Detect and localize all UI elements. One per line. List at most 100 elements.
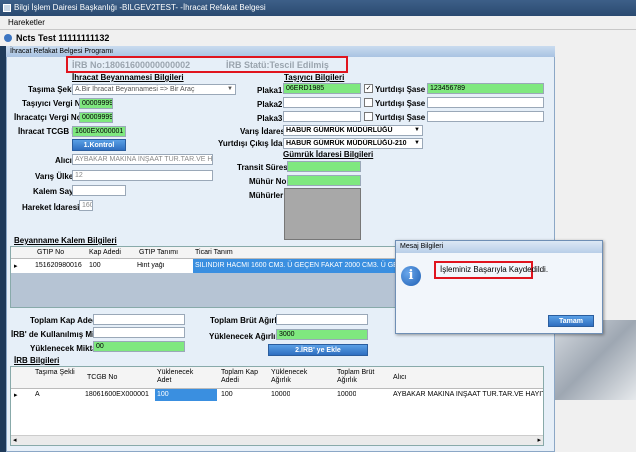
beyanname-group-title: İhracat Beyannamesi Bilgileri xyxy=(72,73,184,82)
irb-group-title: İRB Bilgileri xyxy=(14,356,60,365)
muhurler-label: Mühürler xyxy=(249,191,284,200)
hareket-idaresi-field[interactable]: 160 xyxy=(79,200,93,211)
yurtdisi-sase1-label: Yurtdışı Şase 1 xyxy=(375,85,432,94)
irb-ekle-button[interactable]: 2.İRB' ye Ekle xyxy=(268,344,368,356)
tasima-sekli-select[interactable]: A.Bir İhracat Beyannamesi => Bir Araç ▼ xyxy=(72,84,236,95)
table-row[interactable]: ▸ 151620980016 100 Hint yağı SILINDIR HA… xyxy=(11,259,439,273)
col-gtip-no: GTIP No xyxy=(37,249,65,256)
alici-field[interactable]: AYBAKAR MAKINA İNŞAAT TUR.TAR.VE HAYI xyxy=(72,154,213,165)
irb-kap-cell: 100 xyxy=(221,391,233,398)
col-toplam-kap: Toplam Kap Adedi xyxy=(221,369,258,384)
chevron-down-icon: ▼ xyxy=(414,140,420,146)
col-yuklenecek-adet: Yüklenecek Adet xyxy=(157,369,194,384)
plaka3-label: Plaka3 xyxy=(257,114,283,123)
irb-agirlik-cell: 10000 xyxy=(271,391,291,398)
yurtdisi-sase1-checkbox[interactable]: ✓ xyxy=(364,84,373,93)
app-icon xyxy=(3,4,11,12)
row-pointer-icon: ▸ xyxy=(14,392,18,399)
yurtdisi-sase1-field[interactable]: 123456789 xyxy=(427,83,544,94)
col-gtip-tanimi: GTIP Tanımı xyxy=(139,249,179,256)
varis-idaresi-value: HABUR GÜMRÜK MÜDÜRLÜĞÜ xyxy=(286,127,393,134)
varis-idaresi-label: Varış İdaresi xyxy=(240,127,288,136)
window-title: Bilgi İşlem Dairesi Başkanlığı -BILGEV2T… xyxy=(14,3,266,12)
cikis-idaresi-select[interactable]: HABUR GÜMRÜK MÜDÜRLÜĞÜ-210 ▼ xyxy=(283,138,423,149)
kalem-grid: GTIP No Kap Adedi GTIP Tanımı Ticari Tan… xyxy=(10,246,440,308)
tasima-sekli-label: Taşıma Şekli xyxy=(28,85,76,94)
horizontal-scrollbar[interactable]: ◂ ▸ xyxy=(11,435,543,445)
window-titlebar: Bilgi İşlem Dairesi Başkanlığı -BILGEV2T… xyxy=(0,0,636,16)
yurtdisi-sase3-checkbox[interactable] xyxy=(364,112,373,121)
alici-label: Alıcı xyxy=(55,156,72,165)
info-icon: i xyxy=(401,266,421,286)
toplam-brut-label: Toplam Brüt Ağırlık xyxy=(210,316,284,325)
yurtdisi-sase3-label: Yurtdışı Şase 3 xyxy=(375,113,432,122)
tasiyici-group-title: Taşıyıcı Bilgileri xyxy=(284,73,345,82)
toplam-kap-label: Toplam Kap Adedi xyxy=(30,316,100,325)
kalem-tanim-cell: Hint yağı xyxy=(137,262,165,269)
col-kap-adedi: Kap Adedi xyxy=(89,249,121,256)
menu-bar: Hareketler xyxy=(0,16,636,30)
kalem-kap-cell: 100 xyxy=(89,262,101,269)
user-icon xyxy=(4,34,12,42)
ok-button[interactable]: Tamam xyxy=(548,315,594,327)
irb-kullanilmis-field[interactable] xyxy=(93,327,185,338)
yuklenecek-agirlik-label: Yüklenecek Ağırlık xyxy=(209,332,280,341)
col-alici: Alıcı xyxy=(393,374,407,381)
muhur-no-field[interactable] xyxy=(287,175,361,186)
irb-no: İRB No:18061600000000002 xyxy=(72,60,191,70)
scroll-left-icon[interactable]: ◂ xyxy=(13,436,17,444)
kontrol-button[interactable]: 1.Kontrol xyxy=(72,139,126,151)
toplam-brut-field[interactable] xyxy=(276,314,368,325)
irb-tasima-cell: A xyxy=(35,391,40,398)
toplam-kap-field[interactable] xyxy=(93,314,185,325)
muhur-no-label: Mühür No xyxy=(249,177,287,186)
irb-grid: Taşıma Şekli TCGB No Yüklenecek Adet Top… xyxy=(10,366,544,446)
varis-ulkesi-field[interactable]: 12 xyxy=(72,170,213,181)
tasima-sekli-value: A.Bir İhracat Beyannamesi => Bir Araç xyxy=(75,86,195,93)
gumruk-group-title: Gümrük İdaresi Bilgileri xyxy=(283,150,374,159)
tasiyici-vergi-label: Taşıyıcı Vergi No xyxy=(22,99,86,108)
tasiyici-vergi-field[interactable]: 000099996 xyxy=(79,98,113,109)
varis-idaresi-select[interactable]: HABUR GÜMRÜK MÜDÜRLÜĞÜ ▼ xyxy=(283,125,423,136)
hareket-idaresi-label: Hareket İdaresi xyxy=(22,203,80,212)
yurtdisi-sase3-field[interactable] xyxy=(427,111,544,122)
tcgb-field[interactable]: 1600EX000001 xyxy=(72,126,126,137)
kalem-sayisi-field[interactable] xyxy=(72,185,126,196)
transit-suresi-label: Transit Süresi xyxy=(237,163,290,172)
col-yuklenecek-agirlik: Yüklenecek Ağırlık xyxy=(271,369,308,384)
irb-adet-cell[interactable]: 100 xyxy=(155,389,217,401)
plaka1-field[interactable]: 06ERD1985 xyxy=(283,83,361,94)
chevron-down-icon: ▼ xyxy=(414,127,420,133)
plaka2-label: Plaka2 xyxy=(257,100,283,109)
yuklenecek-agirlik-field[interactable]: 3000 xyxy=(276,329,368,340)
message-dialog: Mesaj Bilgileri i İşleminiz Başarıyla Ka… xyxy=(395,240,603,334)
ihracatci-vergi-label: İhracatçı Vergi No xyxy=(14,113,82,122)
yuklenecek-miktar-label: Yüklenecek Miktar xyxy=(30,344,100,353)
chevron-down-icon: ▼ xyxy=(227,86,233,92)
transit-suresi-field[interactable] xyxy=(287,161,361,172)
irb-alici-cell: AYBAKAR MAKINA İNŞAAT TUR.TAR.VE HAYITHL xyxy=(393,391,543,398)
yurtdisi-sase2-checkbox[interactable] xyxy=(364,98,373,107)
ihracatci-vergi-field[interactable]: 000099996 xyxy=(79,112,113,123)
muhurler-list[interactable] xyxy=(284,188,361,240)
row-pointer-icon: ▸ xyxy=(14,263,18,270)
col-toplam-brut: Toplam Brüt Ağırlık xyxy=(337,369,375,384)
dialog-title: Mesaj Bilgileri xyxy=(396,241,602,253)
col-tasima-sekli: Taşıma Şekli xyxy=(35,369,75,376)
yuklenecek-miktar-field[interactable]: 00 xyxy=(93,341,185,352)
table-row[interactable]: ▸ A 18061600EX000001 100 100 10000 10000… xyxy=(11,389,543,401)
menu-hareketler[interactable]: Hareketler xyxy=(8,18,45,27)
yurtdisi-sase2-field[interactable] xyxy=(427,97,544,108)
col-tcgb-no: TCGB No xyxy=(87,374,118,381)
kalem-group-title: Beyanname Kalem Bilgileri xyxy=(14,236,117,245)
plaka3-field[interactable] xyxy=(283,111,361,122)
kalem-grid-header: GTIP No Kap Adedi GTIP Tanımı Ticari Tan… xyxy=(11,247,439,259)
irb-brut-cell: 10000 xyxy=(337,391,357,398)
user-bar: Ncts Test 11111111132 xyxy=(0,30,636,46)
scroll-right-icon[interactable]: ▸ xyxy=(537,436,541,444)
plaka2-field[interactable] xyxy=(283,97,361,108)
irb-statu: İRB Statü:Tescil Edilmiş xyxy=(226,60,329,70)
cikis-idaresi-value: HABUR GÜMRÜK MÜDÜRLÜĞÜ-210 xyxy=(286,140,407,147)
yurtdisi-sase2-label: Yurtdışı Şase 2 xyxy=(375,99,432,108)
col-ticari-tanim: Ticari Tanım xyxy=(195,249,233,256)
